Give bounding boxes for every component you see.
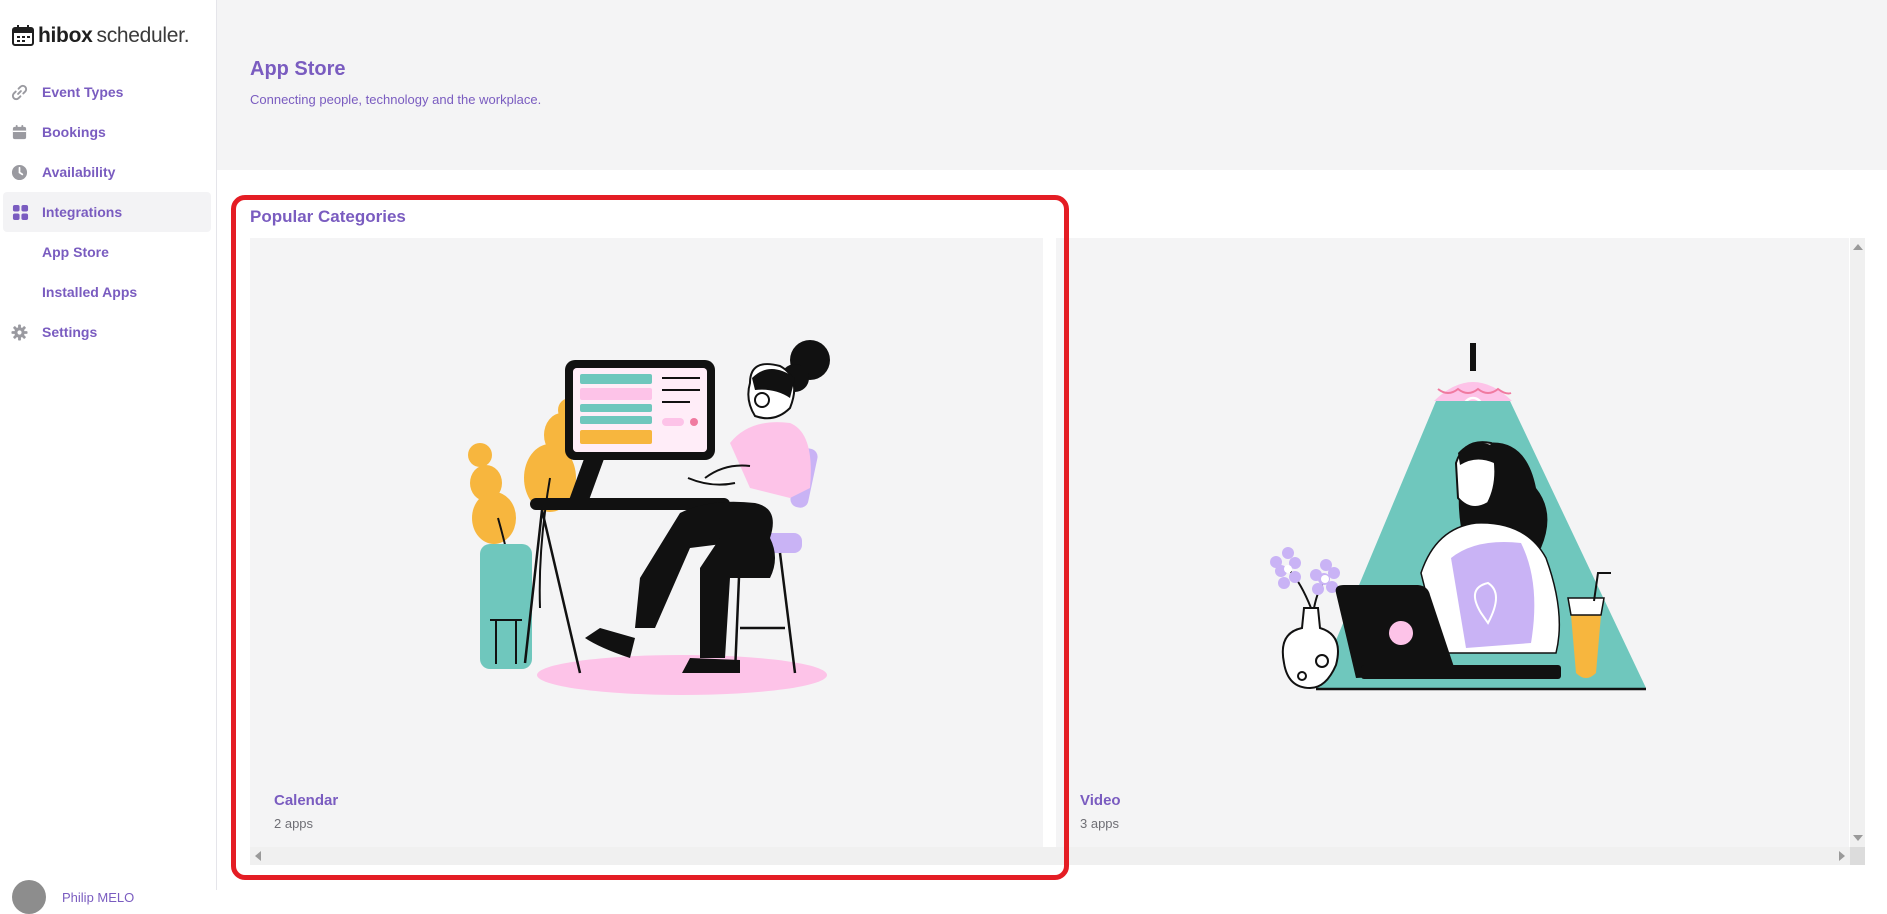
sidebar-item-label: Settings	[42, 324, 98, 340]
page-header: App Store Connecting people, technology …	[217, 0, 1887, 170]
sidebar-item-event-types[interactable]: Event Types	[0, 72, 217, 112]
horizontal-scrollbar[interactable]	[250, 847, 1850, 865]
scroll-up-arrow-icon[interactable]	[1853, 244, 1863, 250]
category-name: Calendar	[274, 792, 339, 809]
category-card-calendar[interactable]: Calendar 2 apps	[250, 238, 1043, 848]
sidebar-item-label: Bookings	[42, 124, 106, 140]
calendar-logo-icon	[12, 25, 34, 46]
sidebar-item-label: Installed Apps	[42, 284, 138, 300]
logo-text-bold: hibox	[38, 24, 93, 47]
sidebar: hibox scheduler. Event Types Bookings Av…	[0, 0, 217, 914]
woman-at-desk-illustration	[468, 340, 830, 695]
sidebar-item-installed-apps[interactable]: Installed Apps	[0, 272, 217, 312]
link-icon	[11, 84, 28, 101]
section-title-popular-categories: Popular Categories	[250, 207, 406, 226]
user-menu[interactable]: Philip MELO	[12, 880, 134, 914]
sidebar-item-label: App Store	[42, 244, 109, 260]
calendar-icon	[12, 124, 27, 140]
categories-carousel[interactable]: Calendar 2 apps Video 3 apps	[250, 238, 1865, 865]
scroll-right-arrow-icon[interactable]	[1839, 851, 1845, 861]
app-logo[interactable]: hibox scheduler.	[12, 22, 190, 50]
sidebar-item-label: Availability	[42, 164, 116, 180]
grid-icon	[12, 204, 29, 221]
category-card-video[interactable]: Video 3 apps	[1056, 238, 1849, 848]
vertical-scrollbar[interactable]	[1850, 238, 1865, 847]
gear-icon	[11, 324, 28, 341]
page-title: App Store	[250, 58, 346, 80]
sidebar-item-bookings[interactable]: Bookings	[0, 112, 217, 152]
sidebar-item-availability[interactable]: Availability	[0, 152, 217, 192]
logo-text-light: scheduler.	[96, 24, 190, 47]
woman-with-laptop-illustration	[1270, 343, 1646, 691]
sidebar-item-app-store[interactable]: App Store	[0, 232, 217, 272]
scroll-left-arrow-icon[interactable]	[255, 851, 261, 861]
category-name: Video	[1080, 792, 1121, 809]
category-app-count: 2 apps	[274, 816, 314, 831]
scrollbar-corner	[1850, 847, 1865, 865]
sidebar-item-integrations[interactable]: Integrations	[3, 192, 211, 232]
scroll-down-arrow-icon[interactable]	[1853, 835, 1863, 841]
page-subtitle: Connecting people, technology and the wo…	[250, 92, 542, 107]
sidebar-item-settings[interactable]: Settings	[0, 312, 217, 352]
sidebar-nav: Event Types Bookings Availability Integr…	[0, 72, 217, 352]
sidebar-item-label: Integrations	[42, 204, 123, 220]
avatar	[12, 880, 46, 914]
user-name: Philip MELO	[62, 889, 135, 905]
category-app-count: 3 apps	[1080, 816, 1120, 831]
clock-icon	[11, 164, 28, 181]
sidebar-item-label: Event Types	[42, 84, 124, 100]
